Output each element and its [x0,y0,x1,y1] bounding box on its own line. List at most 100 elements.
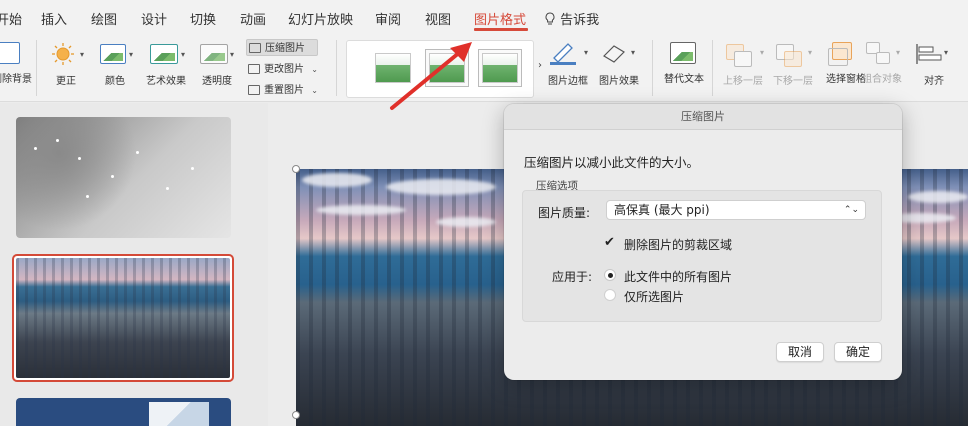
thumbnail-decoration [191,167,194,170]
remove-background-button[interactable]: 删除背景 [0,74,32,86]
chevron-down-icon: ▾ [80,50,85,59]
apply-to-label: 应用于: [552,270,593,284]
chevron-down-icon: ▾ [631,48,636,57]
ok-button[interactable]: 确定 [834,342,882,362]
send-backward-button[interactable]: 下移一层 [770,76,816,88]
reset-picture-icon [248,85,260,95]
ribbon: 删除背景 ▾ 更正 ▾ 颜色 ▾ 艺术效果 ▾ 透明度 压缩图片 更改图片 ⌄ … [0,34,968,102]
red-arrow-annotation [390,42,472,110]
alt-text-button[interactable]: 替代文本 [664,74,704,86]
picture-color-icon [100,44,126,64]
sun-icon [52,43,74,65]
bring-forward-icon-back [734,51,752,67]
selection-pane-icon-back [828,48,848,66]
cloud-decoration [908,191,968,203]
change-picture-label: 更改图片 [264,64,304,75]
divider [712,40,713,96]
artistic-effects-button[interactable]: 艺术效果 [144,76,188,88]
artistic-effects-icon [150,44,178,64]
thumbnail-decoration [166,187,169,190]
resize-handle[interactable] [292,411,300,419]
resize-handle[interactable] [292,165,300,173]
compress-pictures-label: 压缩图片 [265,43,305,54]
selection-pane-button[interactable]: 选择窗格 [826,74,866,86]
color-button[interactable]: 颜色 [104,76,126,88]
cloud-decoration [386,179,496,195]
chevron-down-icon: ▾ [129,50,134,59]
tab-picture-format[interactable]: 图片格式 [474,9,526,28]
radio-unselected-icon [604,289,616,301]
tab-animations[interactable]: 动画 [240,9,266,28]
cloud-decoration [302,173,372,187]
tab-slideshow[interactable]: 幻灯片放映 [288,9,353,28]
chevron-down-icon: ⌄ [311,65,318,74]
tab-view[interactable]: 视图 [425,9,451,28]
tab-review[interactable]: 审阅 [375,9,401,28]
divider [652,40,653,96]
tab-design[interactable]: 设计 [141,9,167,28]
picture-effects-button[interactable]: 图片效果 [596,76,642,88]
tab-home[interactable]: 开始 [0,9,22,28]
pen-border-icon [550,43,576,65]
lightbulb-icon [545,12,555,25]
reset-picture-label: 重置图片 [264,85,304,96]
compress-pictures-dialog: 压缩图片 压缩图片以减小此文件的大小。 压缩选项 图片质量: 高保真 (最大 p… [504,104,902,380]
thumbnail-decoration [34,147,37,150]
tab-draw[interactable]: 绘图 [91,9,117,28]
divider [36,40,37,96]
dialog-description: 压缩图片以减小此文件的大小。 [524,155,700,170]
thumbnail-decoration [78,157,81,160]
align-icon [916,44,942,64]
picture-border-button[interactable]: 图片边框 [546,76,590,88]
change-picture-icon [248,64,260,74]
group-objects-icon-2 [876,52,890,64]
thumbnail-decoration [136,151,139,154]
change-picture-button[interactable]: 更改图片 ⌄ [246,61,328,78]
thumbnail-decoration [86,195,89,198]
slide-thumbnail-1[interactable] [16,117,231,238]
apply-selected-pictures-label: 仅所选图片 [624,290,685,304]
slide-thumbnail-2-selected[interactable] [12,254,234,382]
tell-me-search[interactable]: 告诉我 [544,9,599,28]
thumbnail-decoration [56,139,59,142]
active-tab-indicator [474,28,528,31]
bring-forward-button[interactable]: 上移一层 [720,76,766,88]
delete-cropped-areas-checkbox[interactable]: ✔ 删除图片的剪裁区域 [604,235,732,253]
cancel-button[interactable]: 取消 [776,342,824,362]
gallery-more-icon[interactable]: › [538,60,542,71]
cloud-decoration [436,217,496,227]
picture-quality-label: 图片质量: [538,206,591,220]
radio-selected-icon [604,269,616,281]
picture-quality-value: 高保真 (最大 ppi) [614,203,710,217]
tab-insert[interactable]: 插入 [41,9,67,28]
tab-transitions[interactable]: 切换 [190,9,216,28]
chevron-down-icon: ▾ [808,48,813,57]
dialog-title: 压缩图片 [504,104,902,130]
chevron-down-icon: ▾ [181,50,186,59]
eraser-effects-icon [603,45,625,63]
picture-style-3[interactable] [482,53,518,83]
group-objects-button[interactable]: 组合对象 [862,74,902,86]
tell-me-label: 告诉我 [560,13,600,28]
chevron-down-icon: ▾ [584,48,589,57]
align-button[interactable]: 对齐 [920,76,948,88]
apply-selected-pictures-radio[interactable]: 仅所选图片 [604,288,684,305]
corrections-button[interactable]: 更正 [52,76,80,88]
slide-thumbnail-3[interactable] [16,398,231,426]
apply-all-pictures-label: 此文件中的所有图片 [624,270,733,284]
picture-quality-select[interactable]: 高保真 (最大 ppi) ⌃⌄ [606,200,866,220]
transparency-button[interactable]: 透明度 [200,76,234,88]
thumbnail-decoration [111,175,114,178]
alt-text-icon [670,42,696,64]
chevron-down-icon: ▾ [896,48,901,57]
chevron-down-icon: ⌄ [311,86,318,95]
city-skyline-image [16,258,230,378]
transparency-icon [200,44,228,64]
apply-all-pictures-radio[interactable]: 此文件中的所有图片 [604,268,732,285]
menu-bar: 开始 插入 绘图 设计 切换 动画 幻灯片放映 审阅 视图 图片格式 告诉我 [0,0,968,34]
reset-picture-button[interactable]: 重置图片 ⌄ [246,82,328,99]
send-backward-icon-front [784,51,802,67]
remove-background-icon [0,42,20,64]
compress-pictures-button[interactable]: 压缩图片 [246,39,318,56]
compress-icon [249,43,261,53]
